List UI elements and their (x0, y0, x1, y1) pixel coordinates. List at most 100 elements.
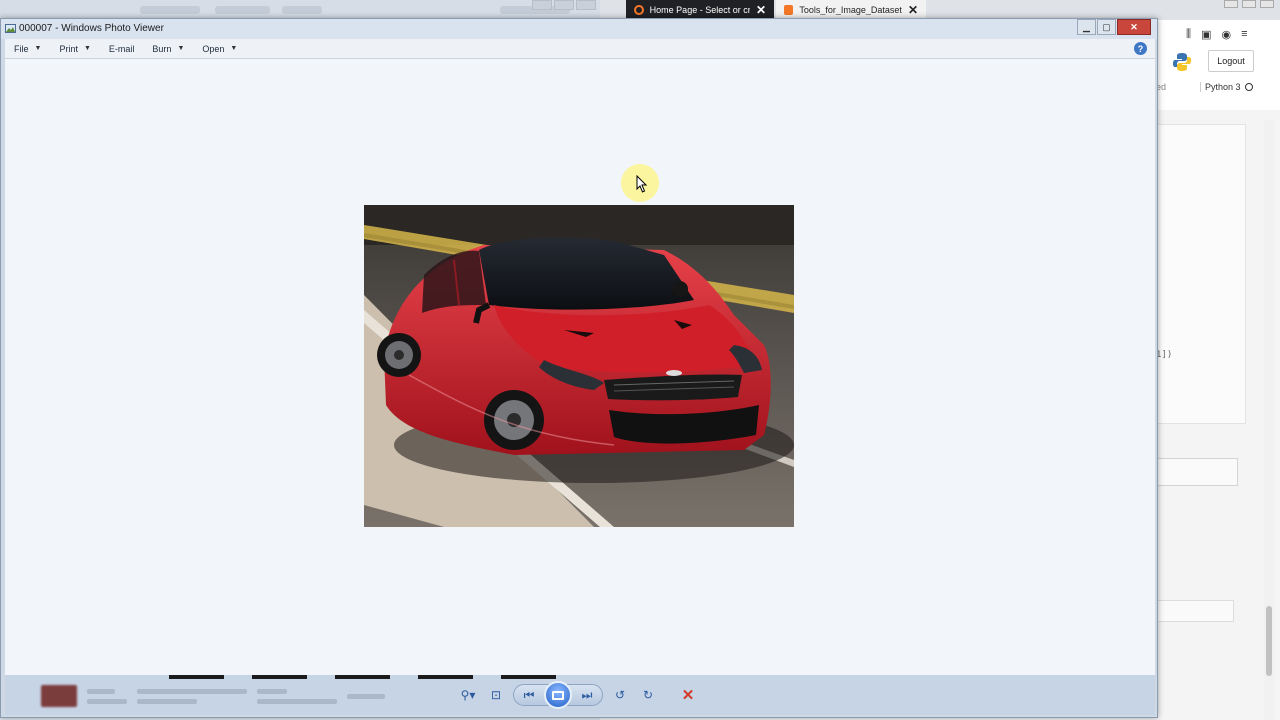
notebook-favicon-icon (784, 5, 794, 15)
maximize-icon: ▢ (1102, 21, 1111, 32)
blur-strip (252, 675, 307, 679)
menu-burn[interactable]: Burn ▼ (143, 39, 193, 59)
tab-close-icon[interactable]: ✕ (908, 3, 918, 17)
menu-print[interactable]: Print ▼ (50, 39, 99, 59)
dropdown-caret-icon: ▼ (230, 45, 238, 52)
photo-viewer-controls-bar: ⚲▾ ⊡ ⏮ ⏭ ↺ ↻ ✕ (5, 675, 1155, 715)
maximize-icon[interactable] (1242, 0, 1256, 8)
minimize-icon (532, 0, 552, 10)
notebook-input-cell[interactable] (1156, 600, 1234, 622)
blur-detail-column (87, 688, 127, 704)
close-icon (576, 0, 596, 10)
browser-tab-notebook[interactable]: Tools_for_Image_Datasets - Jup ✕ (776, 0, 926, 20)
window-controls: ▁ ▢ ✕ (1077, 19, 1151, 35)
dropdown-caret-icon: ▼ (177, 45, 185, 52)
menu-label: Burn (152, 43, 172, 54)
blur-text (347, 693, 385, 699)
blur-text (87, 688, 115, 694)
blur-text (257, 688, 287, 694)
blur-text (87, 698, 127, 704)
kernel-idle-icon (1244, 83, 1253, 91)
maximize-icon (554, 0, 574, 10)
actual-size-icon: ⊡ (490, 688, 502, 702)
menu-label: E-mail (108, 43, 135, 54)
notebook-input-cell[interactable] (1156, 458, 1238, 486)
window-title: 000007 - Windows Photo Viewer (19, 23, 164, 34)
photo-viewer-menubar: File ▼ Print ▼ E-mail Burn ▼ Open ▼ ? (5, 39, 1155, 59)
next-icon: ⏭ (581, 687, 593, 702)
browser-tab-bar: Home Page - Select or create a ✕ Tools_f… (600, 0, 1280, 20)
minimize-icon[interactable] (1224, 0, 1238, 8)
browser-tab-home[interactable]: Home Page - Select or create a ✕ (626, 0, 774, 20)
blurred-address-segment (215, 6, 270, 14)
browser-window-controls (1224, 0, 1274, 8)
library-icon[interactable]: ⫼ (1186, 28, 1191, 41)
blur-strip (169, 675, 224, 679)
image-viewport (5, 59, 1155, 675)
previous-button[interactable]: ⏮ (518, 682, 540, 708)
zoom-button[interactable]: ⚲▾ (457, 682, 479, 708)
menu-label: File (14, 43, 29, 54)
file-thumbnail (41, 685, 77, 707)
background-window-controls (532, 0, 596, 10)
blurred-address-segment (140, 6, 200, 14)
logout-button[interactable]: Logout (1208, 50, 1254, 72)
photo-viewer-app-icon (5, 24, 16, 33)
close-icon[interactable] (1260, 0, 1274, 8)
tab-title: Home Page - Select or create a (649, 5, 750, 15)
menu-email[interactable]: E-mail (100, 39, 144, 59)
minimize-icon: ▁ (1083, 21, 1090, 32)
menu-label: Open (202, 43, 225, 54)
blur-text (257, 698, 337, 704)
blurred-address-segment (282, 6, 322, 14)
photo-viewer-titlebar[interactable]: 000007 - Windows Photo Viewer ▁ ▢ ✕ (1, 19, 1157, 39)
zoom-icon: ⚲▾ (460, 688, 476, 702)
blur-detail-column (257, 688, 337, 704)
next-button[interactable]: ⏭ (576, 682, 598, 708)
help-icon[interactable]: ? (1134, 42, 1147, 55)
delete-icon: ✕ (681, 687, 695, 704)
mouse-cursor-icon (636, 175, 648, 193)
blur-text (137, 688, 247, 694)
tab-close-icon[interactable]: ✕ (756, 3, 766, 17)
previous-icon: ⏮ (523, 687, 535, 702)
notebook-scrollbar[interactable] (1264, 120, 1274, 720)
account-icon[interactable]: ◉ (1221, 28, 1231, 41)
menu-icon[interactable]: ≡ (1241, 28, 1247, 41)
minimize-button[interactable]: ▁ (1077, 19, 1096, 35)
blur-strip (335, 675, 390, 679)
blur-detail-column (137, 688, 247, 704)
jupyter-favicon-icon (634, 5, 644, 15)
blurred-file-details (41, 685, 385, 707)
rotate-clockwise-button[interactable]: ↻ (637, 682, 659, 708)
close-icon: ✕ (1130, 21, 1138, 32)
kernel-indicator: Python 3 (1200, 82, 1253, 92)
scrollbar-thumb[interactable] (1266, 606, 1272, 676)
browser-toolbar-icons: ⫼ ▣ ◉ ≡ (1186, 28, 1248, 41)
sidebar-icon[interactable]: ▣ (1201, 28, 1211, 41)
delete-button[interactable]: ✕ (677, 682, 699, 708)
dropdown-caret-icon: ▼ (34, 45, 42, 52)
tab-title: Tools_for_Image_Datasets - Jup (799, 5, 902, 15)
blur-detail-column (347, 693, 385, 699)
code-fragment: 1]) (1156, 350, 1173, 360)
playback-group: ⏮ ⏭ (513, 681, 603, 709)
rotate-clockwise-icon: ↻ (642, 688, 654, 702)
close-button[interactable]: ✕ (1117, 19, 1151, 35)
jupyter-header: ⫼ ▣ ◉ ≡ Logout ed Python 3 (1156, 20, 1280, 110)
menu-file[interactable]: File ▼ (5, 39, 50, 59)
viewer-navigation: ⚲▾ ⊡ ⏮ ⏭ ↺ ↻ ✕ (457, 679, 699, 711)
menu-open[interactable]: Open ▼ (193, 39, 246, 59)
car-photo (364, 205, 794, 527)
python-logo-icon (1173, 53, 1191, 71)
slideshow-icon (552, 690, 564, 700)
slideshow-button[interactable] (544, 681, 572, 709)
notebook-cell-area (1156, 124, 1246, 424)
menu-label: Print (59, 43, 78, 54)
kernel-name: Python 3 (1205, 82, 1241, 92)
maximize-button[interactable]: ▢ (1097, 19, 1116, 35)
rotate-counterclockwise-button[interactable]: ↺ (609, 682, 631, 708)
background-explorer-window (0, 0, 600, 20)
blur-text (137, 698, 197, 704)
actual-size-button[interactable]: ⊡ (485, 682, 507, 708)
